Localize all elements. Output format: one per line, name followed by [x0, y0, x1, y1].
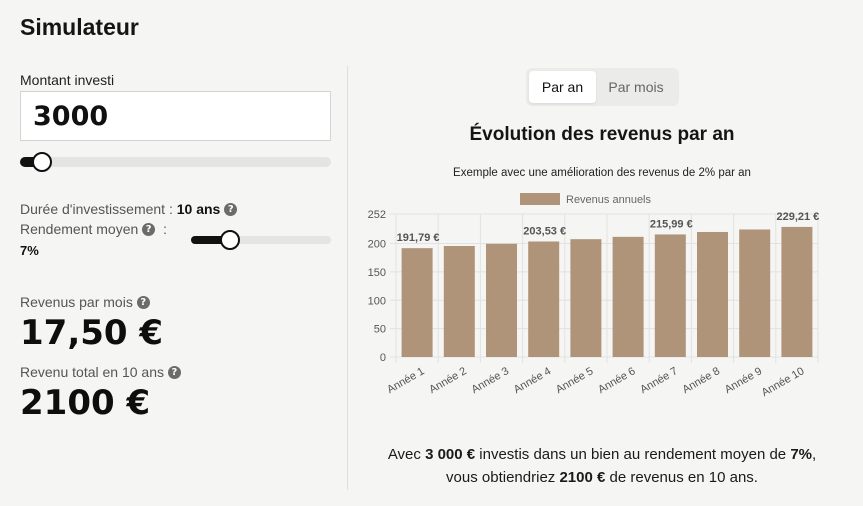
duration-help-icon[interactable]: ? — [224, 203, 238, 216]
revenue-month-row: Revenus par mois ? — [20, 294, 150, 310]
toggle-per-month[interactable]: Par mois — [596, 71, 676, 103]
yield-slider[interactable] — [191, 230, 331, 250]
data-label: 191,79 € — [397, 232, 440, 244]
bar — [739, 229, 771, 357]
y-tick-label: 50 — [374, 324, 386, 336]
yield-help-icon[interactable]: ? — [142, 223, 156, 236]
summary-total: 2100 € — [559, 469, 606, 486]
summary-part-4: vous obtiendriez — [446, 469, 560, 486]
x-tick-label: Année 2 — [427, 365, 468, 396]
x-tick-label: Année 4 — [512, 365, 553, 396]
amount-slider[interactable] — [20, 152, 331, 172]
yield-value: 7% — [20, 243, 39, 258]
duration-label: Durée d'investissement : — [20, 201, 173, 217]
x-tick-label: Année 6 — [596, 365, 637, 396]
y-tick-label: 100 — [368, 295, 386, 307]
summary-part-3: , — [812, 446, 817, 463]
chart-subtitle: Exemple avec une amélioration des revenu… — [453, 167, 751, 179]
yield-slider-thumb[interactable] — [220, 230, 241, 250]
x-tick-label: Année 9 — [723, 365, 764, 396]
revenue-bar-chart: Revenus annuels 0 50 100 150 200 252 191,79 € An… — [368, 193, 819, 399]
bar — [401, 248, 433, 357]
revenue-total-value: 2100 € — [20, 383, 151, 423]
y-tick-label: 150 — [368, 267, 386, 279]
amount-label: Montant investi — [20, 72, 115, 88]
summary-text: Avec 3 000 € investis dans un bien au re… — [348, 443, 856, 489]
x-tick-label: Année 1 — [385, 365, 426, 396]
x-tick-label: Année 7 — [638, 365, 679, 396]
revenue-month-help-icon[interactable]: ? — [136, 296, 150, 309]
summary-part-1: Avec — [387, 446, 426, 463]
yield-colon: : — [159, 221, 167, 237]
toggle-per-year[interactable]: Par an — [529, 71, 596, 103]
amount-slider-thumb[interactable] — [31, 152, 52, 172]
legend-swatch — [520, 193, 560, 205]
x-tick-label: Année 10 — [760, 365, 807, 399]
x-tick-label: Année 8 — [681, 365, 722, 396]
legend-label: Revenus annuels — [566, 194, 652, 206]
bar — [654, 234, 686, 357]
summary-part-2: investis dans un bien au rendement moyen… — [475, 446, 791, 463]
amount-input[interactable] — [20, 91, 331, 141]
revenue-total-row: Revenu total en 10 ans ? — [20, 364, 181, 380]
revenue-total-label: Revenu total en 10 ans — [20, 364, 164, 380]
chart-title: Évolution des revenus par an — [469, 124, 735, 145]
summary-rate: 7% — [790, 446, 812, 463]
period-toggle: Par an Par mois — [526, 68, 679, 106]
bar — [443, 245, 475, 357]
duration-value: 10 ans — [176, 201, 221, 217]
y-tick-label: 252 — [368, 209, 386, 221]
duration-row: Durée d'investissement : 10 ans ? — [20, 201, 238, 217]
revenue-total-help-icon[interactable]: ? — [167, 366, 181, 379]
bar — [612, 236, 644, 357]
page-title: Simulateur — [20, 14, 139, 40]
revenue-month-label: Revenus par mois — [20, 294, 133, 310]
summary-part-5: de revenus en 10 ans. — [605, 469, 758, 486]
y-tick-label: 0 — [380, 352, 386, 364]
revenue-month-value: 17,50 € — [20, 313, 164, 353]
summary-amount: 3 000 € — [425, 446, 476, 463]
x-tick-label: Année 3 — [470, 365, 511, 396]
bar — [781, 226, 813, 357]
bar — [570, 239, 602, 357]
yield-label: Rendement moyen — [20, 221, 139, 237]
yield-row: Rendement moyen ? : — [20, 221, 167, 237]
data-label: 215,99 € — [650, 218, 693, 230]
bar — [486, 243, 517, 357]
bar — [528, 241, 560, 357]
bar — [697, 231, 728, 357]
y-tick-label: 200 — [368, 239, 386, 251]
data-label: 203,53 € — [523, 226, 566, 238]
data-label: 229,21 € — [776, 211, 819, 223]
x-tick-label: Année 5 — [554, 365, 595, 396]
